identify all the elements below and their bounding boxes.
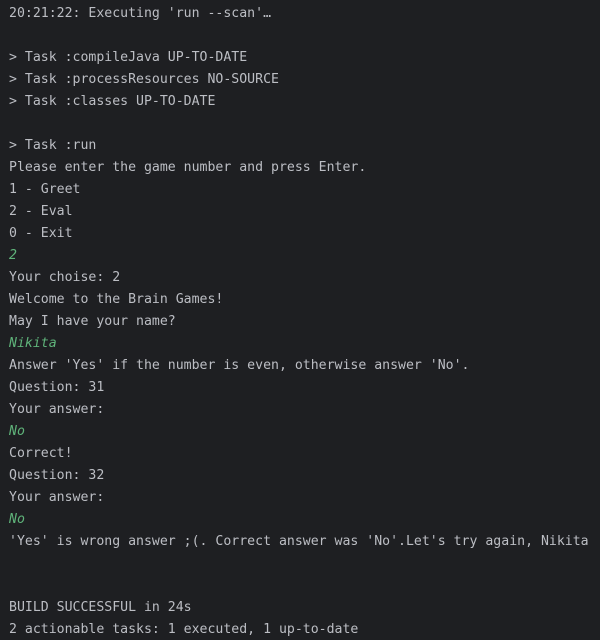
console-line: Your choise: 2 xyxy=(9,270,121,285)
console-line: Your answer: xyxy=(9,490,105,505)
console-user-input-line: No xyxy=(9,424,25,439)
console-line: May I have your name? xyxy=(9,314,176,329)
console-line: Question: 31 xyxy=(9,380,105,395)
console-line: > Task :classes UP-TO-DATE xyxy=(9,94,216,109)
console-line: BUILD SUCCESSFUL in 24s xyxy=(9,600,192,615)
console-line: 'Yes' is wrong answer ;(. Correct answer… xyxy=(9,534,589,549)
console-user-input-line: No xyxy=(9,512,25,527)
console-line: Please enter the game number and press E… xyxy=(9,160,367,175)
console-line: 0 - Exit xyxy=(9,226,73,241)
console-line: 2 actionable tasks: 1 executed, 1 up-to-… xyxy=(9,622,359,637)
console-line: > Task :run xyxy=(9,138,97,153)
console-line: Question: 32 xyxy=(9,468,105,483)
console-line: Correct! xyxy=(9,446,73,461)
console-user-input-line: 2 xyxy=(9,248,17,263)
console-line: Answer 'Yes' if the number is even, othe… xyxy=(9,358,470,373)
run-console-output[interactable]: 20:21:22: Executing 'run --scan'… > Task … xyxy=(0,0,600,640)
console-line: > Task :compileJava UP-TO-DATE xyxy=(9,50,248,65)
console-line: Welcome to the Brain Games! xyxy=(9,292,224,307)
console-line: 2 - Eval xyxy=(9,204,73,219)
console-line: 1 - Greet xyxy=(9,182,81,197)
console-line: 20:21:22: Executing 'run --scan'… xyxy=(9,6,272,21)
console-line: > Task :processResources NO-SOURCE xyxy=(9,72,279,87)
console-user-input-line: Nikita xyxy=(9,336,57,351)
console-line: Your answer: xyxy=(9,402,105,417)
